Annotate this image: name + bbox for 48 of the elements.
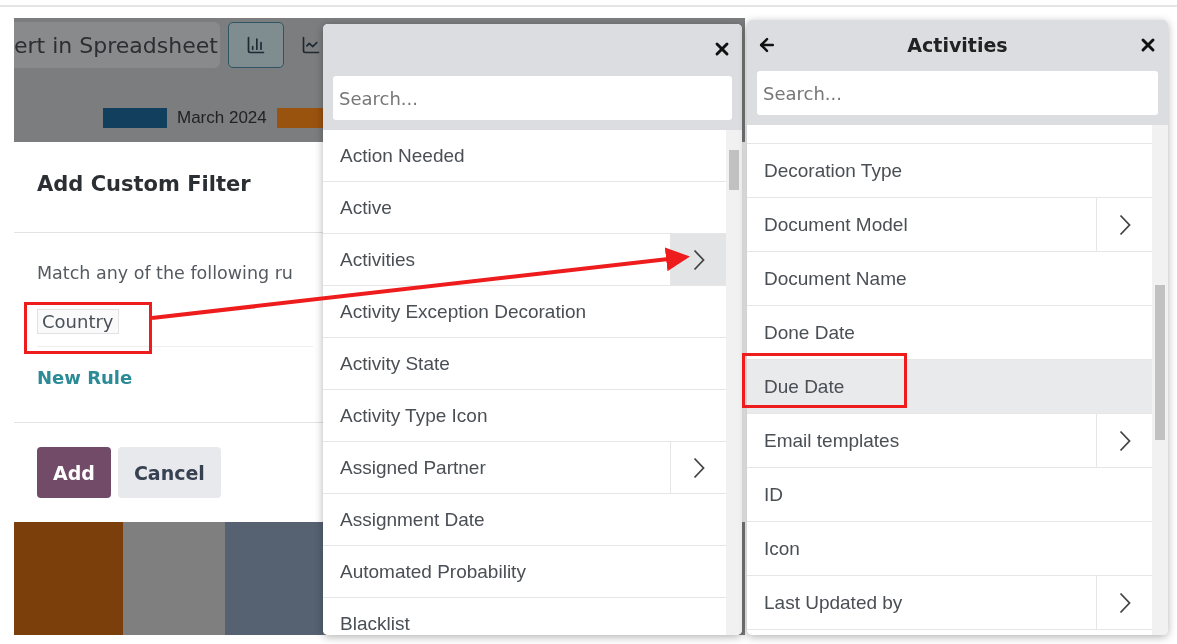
menu-item[interactable]: ID: [747, 468, 1152, 522]
menu-item[interactable]: Active: [323, 182, 726, 234]
menu-item[interactable]: Email templates: [747, 414, 1152, 468]
menu-item-label: Activities: [340, 248, 415, 271]
search-field[interactable]: Search...: [757, 71, 1158, 115]
menu-item-label: Assigned Partner: [340, 456, 486, 479]
cancel-button[interactable]: Cancel: [117, 447, 221, 498]
menu-item[interactable]: Decoration Type: [747, 144, 1152, 198]
field-path-chip[interactable]: Country: [37, 308, 119, 334]
menu-item[interactable]: Due Date: [747, 360, 1152, 414]
menu-item-label: Due Date: [764, 375, 845, 398]
menu-item[interactable]: Assignment Date: [323, 494, 726, 546]
new-rule-link[interactable]: New Rule: [37, 366, 323, 388]
menu-item-label: Automated Probability: [340, 560, 526, 583]
menu-item-label: Document Model: [764, 213, 908, 236]
menu-item-label: Blacklist: [340, 612, 410, 635]
menu-item-label: Last Updated by: [764, 591, 903, 614]
menu-item[interactable]: Blacklist: [323, 598, 726, 635]
menu-item[interactable]: Document Model: [747, 198, 1152, 252]
menu-item[interactable]: Assigned Partner: [323, 442, 726, 494]
menu-item-label: Decoration Type: [764, 159, 902, 182]
search-field[interactable]: Search...: [333, 76, 732, 120]
menu-item[interactable]: Document Name: [747, 252, 1152, 306]
add-button[interactable]: Add: [37, 447, 111, 498]
menu-item-label: Done Date: [764, 321, 855, 344]
menu-item[interactable]: Last Updated by: [747, 576, 1152, 630]
menu-item[interactable]: Activity Type Icon: [323, 390, 726, 442]
menu-item[interactable]: Action Needed: [323, 130, 726, 182]
menu-item-label: Document Name: [764, 267, 907, 290]
menu-item[interactable]: Activities: [323, 234, 726, 286]
menu-item-label: ID: [764, 483, 783, 506]
menu-item[interactable]: Automated Probability: [323, 546, 726, 598]
menu-item[interactable]: Done Date: [747, 306, 1152, 360]
menu-item-label: Icon: [764, 537, 800, 560]
menu-item-label: Action Needed: [340, 144, 465, 167]
description-text: Match any of the following ru: [37, 262, 294, 283]
menu-item[interactable]: Icon: [747, 522, 1152, 576]
menu-item-label: Email templates: [764, 429, 900, 452]
menu-item-label: Assignment Date: [340, 508, 485, 531]
spreadsheet-button[interactable]: ert in Spreadsheet: [14, 22, 220, 68]
menu-item-label: Activity Type Icon: [340, 404, 488, 427]
menu-item[interactable]: Activity Exception Decoration: [323, 286, 726, 338]
menu-item-label: Activity State: [340, 352, 450, 375]
menu-item-label: Activity Exception Decoration: [340, 300, 587, 323]
menu-item-label: Active: [340, 196, 392, 219]
submenu-title: Activities: [907, 34, 1008, 56]
legend-label: March 2024: [177, 108, 267, 128]
menu-item[interactable]: Activity State: [323, 338, 726, 390]
